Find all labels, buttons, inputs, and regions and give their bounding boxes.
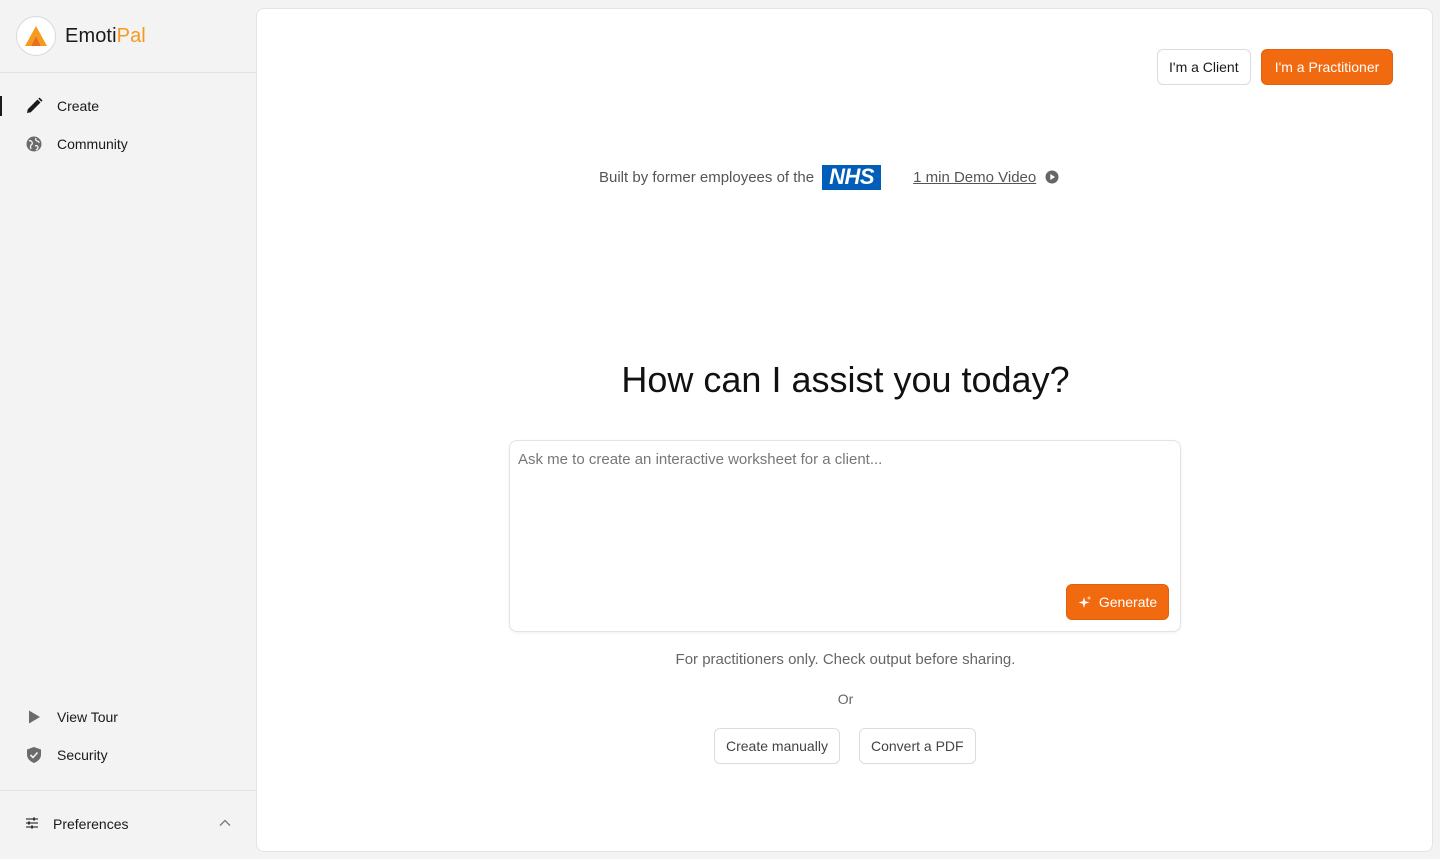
disclaimer-text: For practitioners only. Check output bef… [675,651,1016,668]
or-divider-text: Or [837,691,854,707]
pencil-icon [24,96,44,116]
preferences-toggle[interactable]: Preferences [0,806,256,842]
shield-icon [24,745,44,765]
preferences-label: Preferences [53,816,129,832]
sidebar-item-view-tour[interactable]: View Tour [0,700,256,734]
sliders-icon [24,815,40,834]
sidebar: EmotiPal Create Community View Tour Secu… [0,0,256,859]
emotipal-logo-icon [16,16,56,56]
brand[interactable]: EmotiPal [16,15,146,57]
nhs-logo: NHS [822,164,882,190]
sidebar-divider [0,790,256,791]
play-icon [24,707,44,727]
sidebar-item-label: Create [57,98,100,114]
sidebar-item-create[interactable]: Create [0,89,256,123]
convert-pdf-button[interactable]: Convert a PDF [859,728,976,764]
chevron-up-icon [218,816,232,833]
trust-banner: Built by former employees of the NHS 1 m… [599,164,1059,190]
sparkle-icon [1078,595,1092,609]
generate-button[interactable]: Generate [1066,584,1169,620]
prompt-input[interactable] [518,451,1168,571]
sidebar-divider [0,72,256,73]
brand-name: EmotiPal [65,24,146,47]
sidebar-item-community[interactable]: Community [0,127,256,161]
main-panel: I'm a Client I'm a Practitioner Built by… [256,8,1433,852]
built-by-text: Built by former employees of the [599,168,815,186]
globe-icon [24,134,44,154]
play-circle-icon[interactable] [1045,170,1059,184]
prompt-container: Generate [509,440,1181,632]
client-role-button[interactable]: I'm a Client [1157,49,1251,85]
demo-video-link[interactable]: 1 min Demo Video [913,169,1036,186]
sidebar-item-security[interactable]: Security [0,738,256,772]
page-title: How can I assist you today? [621,359,1070,400]
sidebar-item-label: View Tour [57,709,118,725]
practitioner-role-button[interactable]: I'm a Practitioner [1261,49,1393,85]
create-manually-button[interactable]: Create manually [714,728,840,764]
sidebar-item-label: Security [57,747,108,763]
sidebar-item-label: Community [57,136,128,152]
generate-label: Generate [1098,594,1158,610]
